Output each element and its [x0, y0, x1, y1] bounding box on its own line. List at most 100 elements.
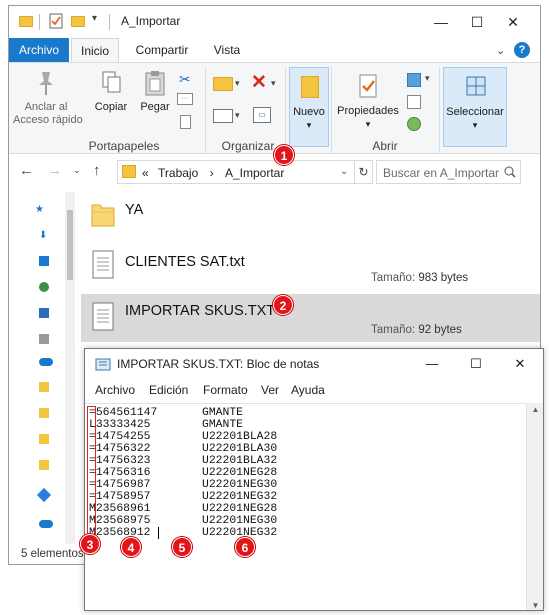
group-divider	[331, 67, 332, 153]
scroll-thumb[interactable]	[67, 210, 73, 280]
breadcrumb-trabajo[interactable]: Trabajo	[158, 166, 198, 180]
select-button[interactable]: Seleccionar ▾	[443, 67, 507, 147]
paste-button[interactable]: Pegar	[135, 69, 175, 114]
open-dropdown-icon[interactable]: ▾	[425, 73, 430, 84]
app-icon[interactable]	[39, 282, 49, 292]
onedrive-icon[interactable]	[39, 358, 53, 366]
notepad-minimize-button[interactable]: —	[415, 353, 449, 375]
back-arrow-icon[interactable]: ←	[19, 162, 34, 179]
scroll-up-icon[interactable]: ▲	[527, 405, 543, 414]
group-divider	[205, 67, 206, 153]
recent-dropdown-icon[interactable]: ⌄	[73, 165, 81, 176]
quick-access-star-icon[interactable]: ★	[35, 204, 44, 215]
history-icon[interactable]	[407, 117, 421, 131]
menu-ver[interactable]: Ver	[261, 383, 279, 397]
notepad-menu-bar: Archivo Edición Formato Ver Ayuda	[85, 381, 543, 401]
copy-path-icon[interactable]: ···	[177, 93, 193, 105]
annotation-badge-3: 3	[80, 534, 100, 554]
move-to-icon[interactable]	[213, 77, 233, 91]
address-bar[interactable]: « Trabajo › A_Importar ⌄	[117, 160, 355, 184]
qa-dropdown-icon[interactable]: ▾	[92, 13, 97, 29]
search-input[interactable]: Buscar en A_Importar	[376, 160, 521, 184]
tab-home[interactable]: Inicio	[71, 38, 119, 62]
forward-arrow-icon[interactable]: →	[47, 162, 62, 179]
tab-file[interactable]: Archivo	[9, 38, 69, 62]
text-file-icon	[92, 302, 114, 331]
documents-icon[interactable]	[39, 308, 49, 318]
annotation-badge-1: 1	[274, 145, 294, 165]
onedrive-icon[interactable]	[39, 520, 53, 528]
text-line: M23568912 U22201NEG32	[89, 527, 278, 539]
group-label-clipboard: Portapapeles	[88, 139, 160, 153]
folder-icon[interactable]	[39, 408, 49, 418]
delete-icon[interactable]: ✕	[251, 71, 267, 94]
list-item-clientes-sat[interactable]: CLIENTES SAT.txt Tamaño: 983 bytes	[81, 242, 540, 290]
list-item-folder-ya[interactable]: YA	[81, 192, 540, 240]
tab-share[interactable]: Compartir	[127, 38, 197, 62]
text-line: M23568961 U22201NEG28	[89, 503, 278, 515]
ribbon-tabs: Archivo Inicio Compartir Vista ⌄ ?	[9, 38, 540, 62]
file-name: IMPORTAR SKUS.TXT	[125, 303, 276, 319]
breadcrumb-separator: ›	[209, 166, 214, 180]
address-dropdown-icon[interactable]: ⌄	[340, 166, 348, 177]
text-line: =14756323 U22201BLA32	[89, 455, 278, 467]
new-folder-icon[interactable]	[71, 16, 85, 27]
new-folder-icon	[301, 76, 319, 98]
downloads-icon[interactable]: ⬇	[39, 230, 47, 241]
copy-to-dropdown-icon[interactable]: ▾	[235, 110, 240, 121]
file-name: YA	[125, 202, 144, 218]
desktop-icon[interactable]	[39, 256, 49, 266]
dropbox-icon[interactable]	[36, 487, 52, 503]
annotation-badge-6: 6	[235, 537, 255, 557]
menu-edicion[interactable]: Edición	[149, 383, 188, 397]
text-file-icon	[92, 250, 114, 279]
properties-check-icon[interactable]	[49, 13, 63, 29]
annotation-badge-4: 4	[121, 537, 141, 557]
notepad-close-button[interactable]: ✕	[503, 353, 537, 375]
notepad-maximize-button[interactable]: ☐	[459, 353, 493, 375]
breadcrumb-a-importar[interactable]: A_Importar	[225, 166, 284, 180]
notepad-title-bar: IMPORTAR SKUS.TXT: Bloc de notas — ☐ ✕	[85, 349, 543, 379]
menu-archivo[interactable]: Archivo	[95, 383, 135, 397]
cut-icon[interactable]: ✂	[179, 71, 191, 88]
navigation-scrollbar[interactable]	[65, 192, 75, 544]
collapse-ribbon-icon[interactable]: ⌄	[496, 44, 505, 57]
up-arrow-icon[interactable]: ↑	[93, 162, 101, 179]
notepad-text-area[interactable]: =564561147 GMANTE L33333425 GMANTE =147542…	[85, 403, 526, 610]
select-grid-icon	[466, 76, 486, 96]
highlight-first-column	[87, 406, 96, 539]
folder-icon[interactable]	[39, 460, 49, 470]
pictures-icon[interactable]	[39, 334, 49, 344]
size-label: Tamaño:	[371, 272, 416, 284]
paste-shortcut-icon[interactable]	[180, 115, 191, 129]
help-icon[interactable]: ?	[514, 42, 530, 58]
tab-view[interactable]: Vista	[205, 38, 249, 62]
properties-dropdown-icon: ▾	[365, 119, 371, 129]
rename-icon[interactable]: ▭	[253, 107, 271, 123]
menu-formato[interactable]: Formato	[203, 383, 248, 397]
close-button[interactable]: ✕	[495, 10, 531, 34]
group-label-organize: Organizar	[221, 139, 275, 153]
copy-to-icon[interactable]	[213, 109, 233, 123]
notepad-scrollbar[interactable]: ▲ ▼	[526, 403, 543, 610]
folder-icon[interactable]	[39, 382, 49, 392]
maximize-button[interactable]: ☐	[459, 10, 495, 34]
open-icon[interactable]	[407, 73, 421, 87]
edit-icon[interactable]	[407, 95, 421, 109]
copy-icon	[102, 71, 121, 93]
menu-ayuda[interactable]: Ayuda	[291, 383, 325, 397]
list-item-importar-skus[interactable]: IMPORTAR SKUS.TXT Tamaño: 92 bytes	[81, 294, 540, 342]
new-button[interactable]: Nuevo ▾	[289, 67, 329, 147]
scroll-down-icon[interactable]: ▼	[527, 601, 543, 610]
refresh-icon[interactable]: ↻	[355, 160, 373, 184]
file-name: CLIENTES SAT.txt	[125, 254, 245, 270]
move-to-dropdown-icon[interactable]: ▾	[235, 78, 240, 89]
delete-dropdown-icon[interactable]: ▾	[271, 78, 276, 89]
minimize-button[interactable]: —	[423, 10, 459, 34]
text-line: =14758957 U22201NEG32	[89, 491, 278, 503]
copy-button[interactable]: Copiar	[91, 69, 131, 114]
folder-icon[interactable]	[39, 434, 49, 444]
properties-button[interactable]: Propiedades ▾	[335, 73, 401, 131]
text-line: =564561147 GMANTE	[89, 407, 244, 419]
pin-quick-access-button[interactable]: Anclar al Acceso rápido	[13, 69, 83, 127]
